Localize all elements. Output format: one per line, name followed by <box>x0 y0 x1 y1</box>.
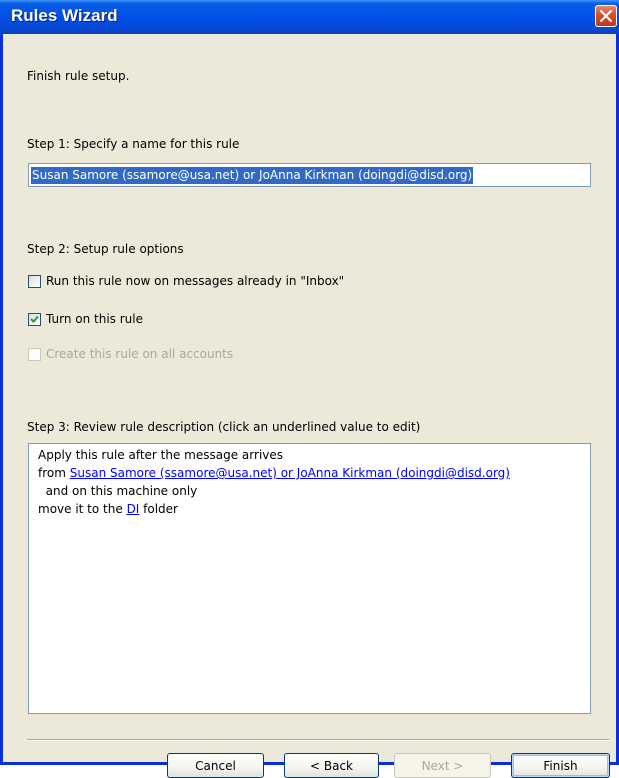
from-prefix: from <box>38 466 70 480</box>
description-line-from: from Susan Samore (ssamore@usa.net) or J… <box>38 466 510 480</box>
move-prefix: move it to the <box>38 502 127 516</box>
rule-name-input[interactable]: Susan Samore (ssamore@usa.net) or JoAnna… <box>28 163 591 187</box>
step1-label: Step 1: Specify a name for this rule <box>27 137 240 151</box>
all-accounts-checkbox <box>28 348 41 361</box>
header-text: Finish rule setup. <box>27 69 130 83</box>
rule-description-box: Apply this rule after the message arrive… <box>28 443 591 714</box>
description-line-1: Apply this rule after the message arrive… <box>38 448 284 462</box>
dialog-content: Finish rule setup. Step 1: Specify a nam… <box>3 34 616 778</box>
rules-wizard-window: Rules Wizard Finish rule setup. Step 1: … <box>0 0 619 778</box>
move-suffix: folder <box>139 502 178 516</box>
folder-link[interactable]: DI <box>127 502 140 516</box>
turn-on-checkbox[interactable] <box>28 313 41 326</box>
close-button[interactable] <box>595 5 617 27</box>
description-line-3: and on this machine only <box>38 484 198 498</box>
rule-name-value: Susan Samore (ssamore@usa.net) or JoAnna… <box>31 167 474 184</box>
run-now-checkbox[interactable] <box>28 275 41 288</box>
all-accounts-label: Create this rule on all accounts <box>46 347 234 361</box>
finish-button[interactable]: Finish <box>511 753 610 778</box>
description-line-move: move it to the DI folder <box>38 502 178 516</box>
sender-link[interactable]: Susan Samore (ssamore@usa.net) or JoAnna… <box>70 466 510 480</box>
close-icon <box>600 10 612 22</box>
step3-label: Step 3: Review rule description (click a… <box>27 420 421 434</box>
window-title: Rules Wizard <box>11 6 118 25</box>
turn-on-label: Turn on this rule <box>46 312 143 326</box>
cancel-button[interactable]: Cancel <box>167 753 264 778</box>
back-button[interactable]: < Back <box>284 753 379 778</box>
next-button: Next > <box>394 753 491 778</box>
step2-label: Step 2: Setup rule options <box>27 242 184 256</box>
footer-separator <box>27 739 609 741</box>
checkmark-icon <box>30 315 39 323</box>
run-now-label: Run this rule now on messages already in… <box>46 274 345 288</box>
title-bar[interactable]: Rules Wizard <box>0 0 619 34</box>
